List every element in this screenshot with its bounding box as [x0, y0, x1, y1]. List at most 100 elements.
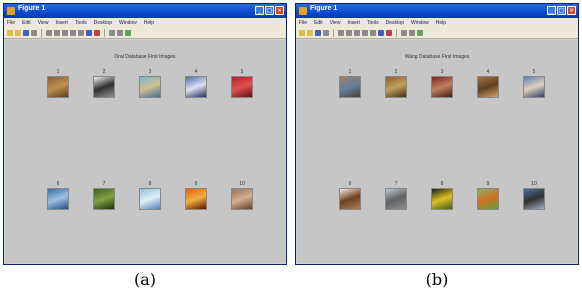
menu-file[interactable]: File: [7, 20, 15, 26]
image-number: 10: [239, 181, 245, 187]
image-thumbnail: [477, 76, 499, 98]
figure-canvas: Oral Database First Images 1 2 3 4 5 6 7…: [5, 40, 285, 263]
matlab-figure-icon: [299, 7, 307, 15]
minimize-button[interactable]: _: [547, 6, 556, 15]
close-button[interactable]: ×: [275, 6, 284, 15]
image-thumbnail: [523, 188, 545, 210]
toolbar-separator: [396, 28, 397, 37]
zoom-in-icon[interactable]: [346, 29, 352, 36]
image-thumb: 5: [229, 68, 255, 98]
image-number: 8: [148, 181, 152, 187]
menu-edit[interactable]: Edit: [314, 20, 323, 26]
panel-a: Figure 1 _ □ × File Edit View Insert Too…: [0, 0, 290, 295]
minimize-button[interactable]: _: [255, 6, 264, 15]
image-thumb: 2: [383, 68, 409, 98]
brush-icon[interactable]: [94, 29, 100, 36]
zoom-out-icon[interactable]: [354, 29, 360, 36]
toolbar-separator: [104, 28, 105, 37]
menu-insert[interactable]: Insert: [55, 20, 68, 26]
image-thumbnail: [339, 76, 361, 98]
legend-icon[interactable]: [117, 29, 123, 36]
image-thumb: 8: [137, 180, 163, 210]
image-thumb: 3: [429, 68, 455, 98]
open-icon[interactable]: [307, 29, 313, 36]
image-thumbnail: [231, 188, 253, 210]
menu-edit[interactable]: Edit: [22, 20, 31, 26]
image-number: 5: [532, 69, 536, 75]
menu-help[interactable]: Help: [436, 20, 446, 26]
toolbar: [296, 27, 578, 39]
toolbar-separator: [333, 28, 334, 37]
image-thumbnail: [523, 76, 545, 98]
image-thumb: 9: [183, 180, 209, 210]
image-number: 8: [440, 181, 444, 187]
image-number: 6: [348, 181, 352, 187]
save-icon[interactable]: [23, 29, 29, 36]
image-thumb: 4: [183, 68, 209, 98]
image-thumb: 6: [45, 180, 71, 210]
legend-icon[interactable]: [409, 29, 415, 36]
arrow-icon[interactable]: [46, 29, 52, 36]
menu-desktop[interactable]: Desktop: [94, 20, 112, 26]
plot-tools-icon[interactable]: [125, 29, 131, 36]
figure-caption: (b): [425, 270, 449, 289]
rotate-icon[interactable]: [370, 29, 376, 36]
menu-view[interactable]: View: [330, 20, 341, 26]
image-number: 5: [240, 69, 244, 75]
save-icon[interactable]: [315, 29, 321, 36]
colorbar-icon[interactable]: [401, 29, 407, 36]
image-thumb: 4: [475, 68, 501, 98]
image-thumbnail: [231, 76, 253, 98]
image-number: 1: [56, 69, 60, 75]
maximize-button[interactable]: □: [557, 6, 566, 15]
image-number: 7: [102, 181, 106, 187]
menu-desktop[interactable]: Desktop: [386, 20, 404, 26]
print-icon[interactable]: [31, 29, 37, 36]
image-thumbnail: [477, 188, 499, 210]
title-bar[interactable]: Figure 1 _ □ ×: [296, 4, 578, 18]
title-bar[interactable]: Figure 1 _ □ ×: [4, 4, 286, 18]
image-thumbnail: [185, 76, 207, 98]
menu-help[interactable]: Help: [144, 20, 154, 26]
new-figure-icon[interactable]: [299, 29, 305, 36]
menu-view[interactable]: View: [38, 20, 49, 26]
menu-tools[interactable]: Tools: [75, 20, 87, 26]
menu-file[interactable]: File: [299, 20, 307, 26]
image-thumbnail: [47, 188, 69, 210]
pan-icon[interactable]: [362, 29, 368, 36]
brush-icon[interactable]: [386, 29, 392, 36]
figure-canvas: Wang Database First Images 1 2 3 4 5 6 7…: [297, 40, 577, 263]
menu-window[interactable]: Window: [119, 20, 137, 26]
data-cursor-icon[interactable]: [86, 29, 92, 36]
rotate-icon[interactable]: [78, 29, 84, 36]
image-thumbnail: [139, 188, 161, 210]
zoom-out-icon[interactable]: [62, 29, 68, 36]
data-cursor-icon[interactable]: [378, 29, 384, 36]
image-number: 9: [486, 181, 490, 187]
image-number: 10: [531, 181, 537, 187]
menu-insert[interactable]: Insert: [347, 20, 360, 26]
menu-window[interactable]: Window: [411, 20, 429, 26]
image-number: 4: [486, 69, 490, 75]
image-number: 9: [194, 181, 198, 187]
print-icon[interactable]: [323, 29, 329, 36]
pan-icon[interactable]: [70, 29, 76, 36]
maximize-button[interactable]: □: [265, 6, 274, 15]
zoom-in-icon[interactable]: [54, 29, 60, 36]
new-figure-icon[interactable]: [7, 29, 13, 36]
menu-tools[interactable]: Tools: [367, 20, 379, 26]
colorbar-icon[interactable]: [109, 29, 115, 36]
image-thumb: 10: [521, 180, 547, 210]
image-thumb: 1: [45, 68, 71, 98]
image-number: 4: [194, 69, 198, 75]
open-icon[interactable]: [15, 29, 21, 36]
menu-bar: File Edit View Insert Tools Desktop Wind…: [296, 18, 578, 27]
image-thumb: 10: [229, 180, 255, 210]
image-number: 7: [394, 181, 398, 187]
window-title: Figure 1: [18, 5, 46, 12]
plot-tools-icon[interactable]: [417, 29, 423, 36]
figure-caption: (a): [133, 270, 157, 289]
arrow-icon[interactable]: [338, 29, 344, 36]
image-number: 6: [56, 181, 60, 187]
close-button[interactable]: ×: [567, 6, 576, 15]
